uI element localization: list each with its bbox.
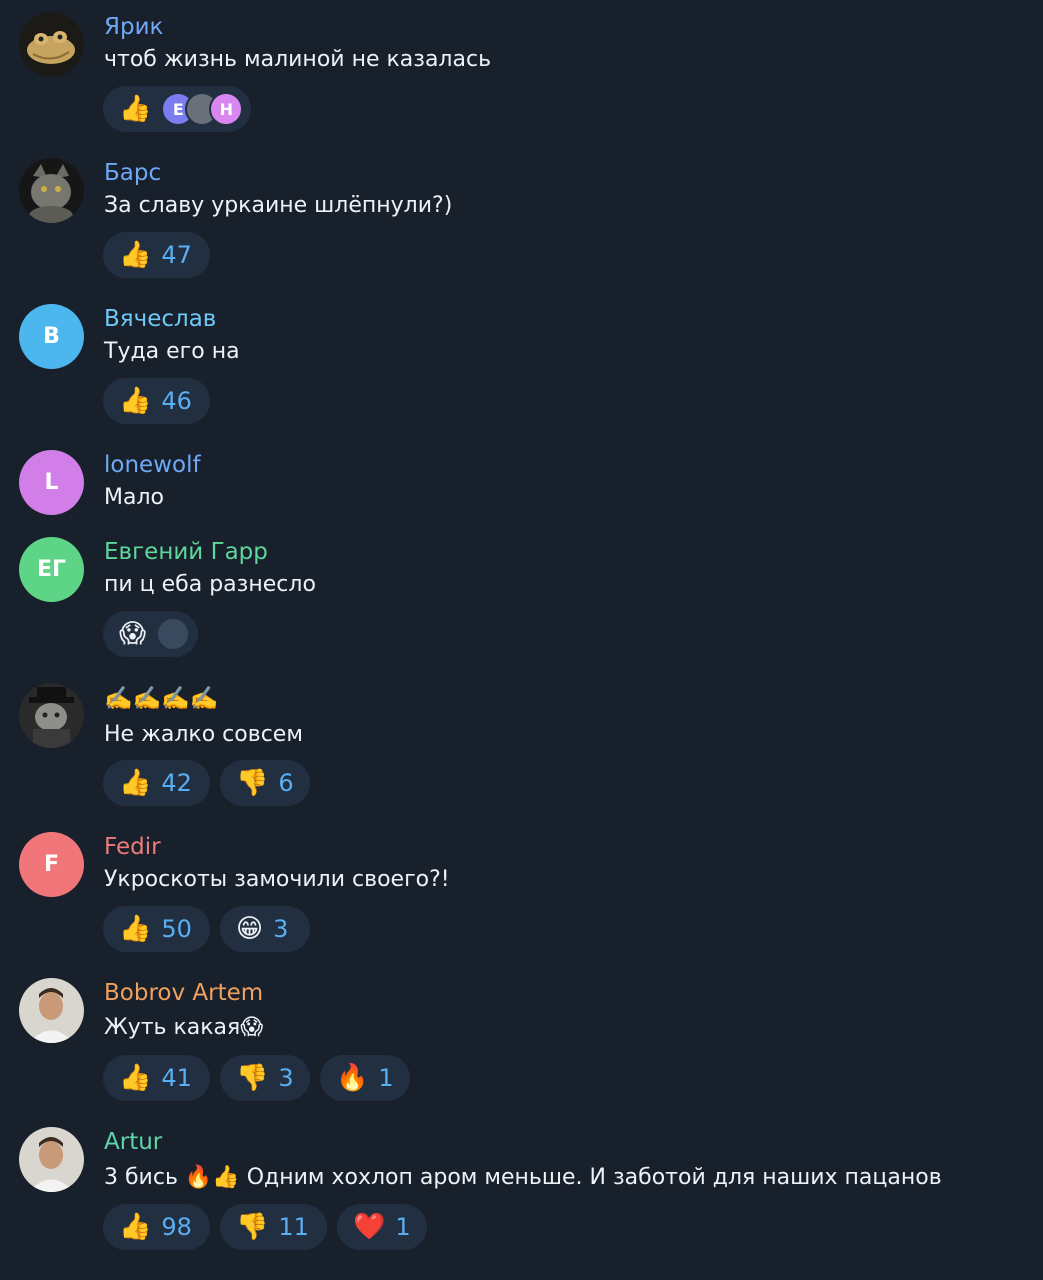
avatar[interactable]: F	[19, 832, 84, 897]
reaction-chip[interactable]: ❤️ 1	[337, 1204, 427, 1250]
reaction-chip[interactable]: 👍 42	[103, 760, 210, 806]
reactions-bar: 👍 98 👎 11 ❤️ 1	[103, 1204, 427, 1250]
reaction-voters	[156, 617, 191, 651]
author-name[interactable]: ✍️✍️✍️✍️	[104, 685, 219, 712]
reaction-count: 47	[161, 241, 192, 269]
avatar[interactable]: ЕГ	[19, 537, 84, 602]
reaction-chip[interactable]: 🔥 1	[320, 1055, 410, 1101]
author-name[interactable]: Евгений Гарр	[104, 539, 268, 565]
reaction-chip[interactable]: 👍 50	[103, 906, 210, 952]
reaction-chip[interactable]: 👎 3	[220, 1055, 310, 1101]
avatar-initials: L	[44, 470, 59, 495]
author-name[interactable]: Вячеслав	[104, 306, 216, 332]
reactions-bar: 👍 41 👎 3 🔥 1	[103, 1055, 410, 1101]
reaction-count: 11	[278, 1213, 309, 1241]
frog-toad-icon[interactable]	[19, 12, 84, 77]
reaction-emoji-icon: 😱	[119, 619, 147, 649]
reaction-emoji-icon: 😁	[236, 914, 264, 944]
reaction-emoji-icon: 👍	[119, 914, 152, 944]
reaction-count: 1	[378, 1064, 394, 1092]
reaction-emoji-icon: 👍	[119, 768, 152, 798]
message-text: Укроскоты замочили своего?!	[104, 867, 450, 892]
reaction-emoji-icon: 👍	[119, 386, 152, 416]
reaction-count: 6	[278, 769, 294, 797]
avatar-initials: F	[43, 852, 60, 877]
voter-avatar: Н	[209, 92, 244, 126]
reactions-bar: 👍 42 👎 6	[103, 760, 310, 806]
cat-icon[interactable]	[19, 158, 84, 223]
avatar[interactable]: L	[19, 450, 84, 515]
message-text: За славу уркаине шлёпнули?)	[104, 193, 453, 218]
reaction-count: 50	[161, 915, 192, 943]
reaction-emoji-icon: 👎	[236, 1212, 269, 1242]
reactions-bar: 👍 E Н	[103, 86, 252, 132]
reaction-chip[interactable]: 😁 3	[220, 906, 310, 952]
reactions-bar: 👍 46	[103, 378, 210, 424]
reaction-chip[interactable]: 👍 98	[103, 1204, 210, 1250]
reaction-count: 98	[161, 1213, 192, 1241]
reaction-chip[interactable]: 👍 47	[103, 232, 210, 278]
message-text: Туда его на	[104, 339, 240, 364]
reaction-count: 3	[278, 1064, 294, 1092]
reaction-emoji-icon: 👍	[119, 240, 152, 270]
man-photo-icon[interactable]	[19, 978, 84, 1043]
reaction-count: 3	[273, 915, 289, 943]
reaction-chip[interactable]: 😱	[103, 611, 199, 657]
message-text: Не жалко совсем	[104, 722, 303, 747]
author-name[interactable]: Bobrov Artem	[104, 980, 263, 1006]
message-text: пи ц еба разнесло	[104, 572, 316, 597]
reaction-count: 42	[161, 769, 192, 797]
reaction-emoji-icon: 👎	[236, 768, 269, 798]
author-name[interactable]: Fedir	[104, 834, 161, 860]
reaction-count: 1	[395, 1213, 411, 1241]
reactions-bar: 👍 47	[103, 232, 210, 278]
message-text: Жуть какая😱	[104, 1015, 264, 1040]
reaction-count: 41	[161, 1064, 192, 1092]
reaction-chip[interactable]: 👎 11	[220, 1204, 327, 1250]
avatar-initials: В	[43, 324, 60, 349]
author-name[interactable]: lonewolf	[104, 452, 201, 478]
reaction-emoji-icon: 👍	[119, 1212, 152, 1242]
reaction-emoji-icon: ❤️	[353, 1212, 386, 1242]
message-text: 3 бись 🔥👍 Одним хохлоп аром меньше. И за…	[104, 1165, 942, 1190]
reaction-chip[interactable]: 👍 46	[103, 378, 210, 424]
reaction-chip[interactable]: 👎 6	[220, 760, 310, 806]
author-name[interactable]: Барс	[104, 160, 161, 186]
reaction-voters: EН	[161, 92, 244, 126]
message-text: Мало	[104, 485, 164, 510]
reaction-chip[interactable]: 👍 41	[103, 1055, 210, 1101]
reaction-emoji-icon: 🔥	[336, 1063, 369, 1093]
user-photo-icon	[156, 617, 191, 651]
reaction-emoji-icon: 👍	[119, 1063, 152, 1093]
hat-cat-icon[interactable]	[19, 683, 84, 748]
reactions-bar: 👍 50 😁 3	[103, 906, 310, 952]
reaction-emoji-icon: 👍	[119, 94, 152, 124]
author-name[interactable]: Artur	[104, 1129, 162, 1155]
reaction-chip[interactable]: 👍 E Н	[103, 86, 252, 132]
reaction-emoji-icon: 👎	[236, 1063, 269, 1093]
message-text: чтоб жизнь малиной не казалась	[104, 47, 492, 72]
reaction-count: 46	[161, 387, 192, 415]
author-name[interactable]: Ярик	[104, 14, 163, 40]
avatar[interactable]: В	[19, 304, 84, 369]
reactions-bar: 😱	[103, 611, 199, 657]
avatar-initials: ЕГ	[36, 557, 67, 582]
man-photo-icon[interactable]	[19, 1127, 84, 1192]
